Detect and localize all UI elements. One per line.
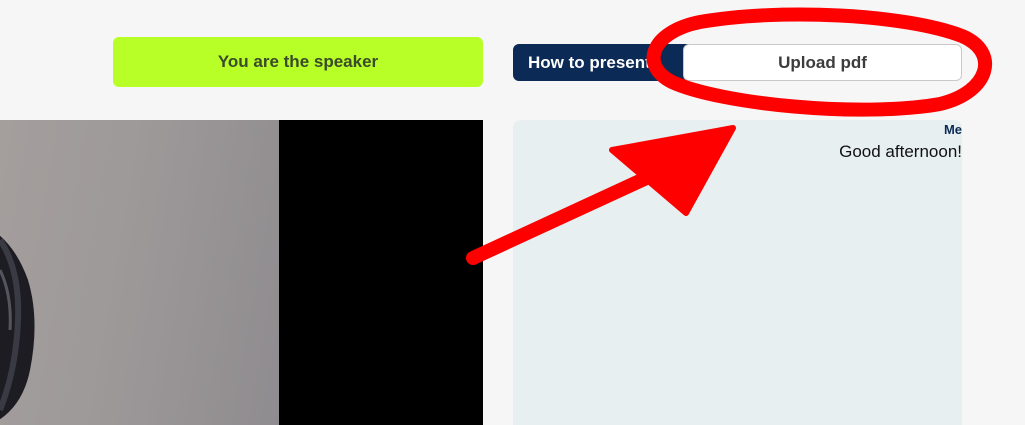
upload-pdf-button[interactable]: Upload pdf	[683, 44, 962, 81]
presentation-page: You are the speaker How to present? Uplo…	[0, 0, 1025, 425]
how-to-present-button[interactable]: How to present?	[513, 44, 693, 81]
headphones-silhouette	[0, 235, 35, 420]
speaker-status-badge: You are the speaker	[113, 37, 483, 87]
webcam-video	[0, 120, 279, 425]
chat-message-sender: Me	[943, 122, 962, 137]
chat-message-text: Good afternoon!	[839, 142, 962, 161]
chat-panel: Me Good afternoon!	[513, 120, 962, 425]
video-blank-area	[279, 120, 483, 425]
